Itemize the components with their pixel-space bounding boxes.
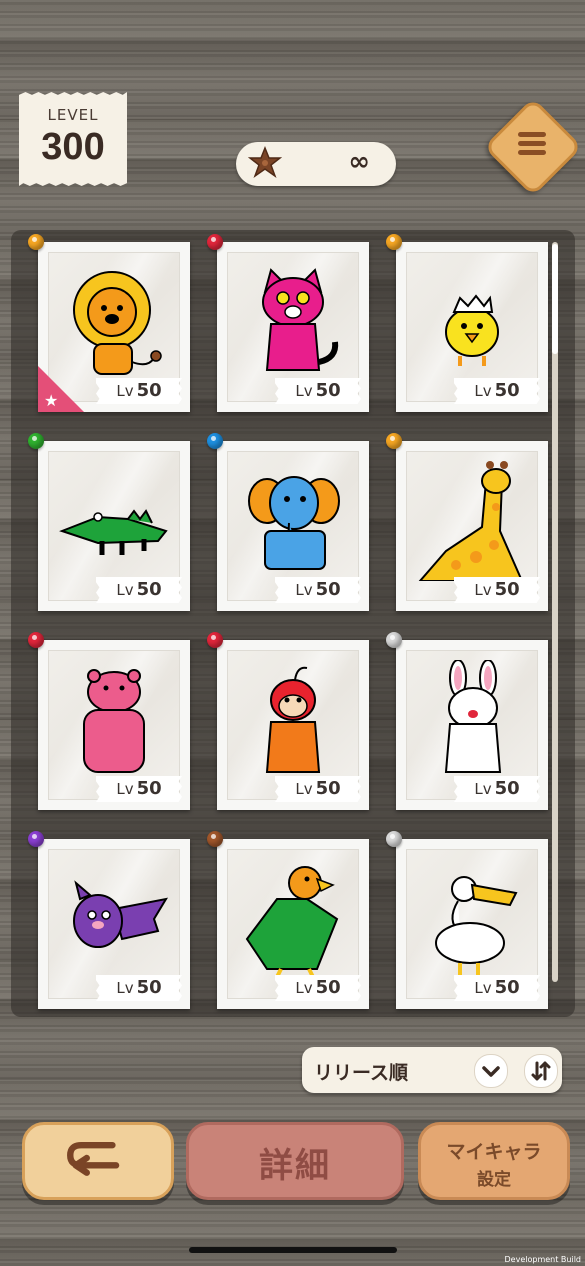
level-tag: Lv 50 (96, 577, 182, 603)
bat-illustration (73, 880, 169, 948)
detail-button-label: 詳細 (259, 1146, 331, 1186)
character-card-chick[interactable]: Lv 50 (386, 234, 548, 412)
character-card-monkey[interactable]: Lv 50 (207, 632, 369, 810)
pin-icon (386, 831, 402, 847)
sort-order-button[interactable] (524, 1054, 558, 1088)
pin-icon (28, 234, 44, 250)
character-card-crocodile[interactable]: Lv 50 (28, 433, 190, 611)
pin-icon (207, 632, 223, 648)
character-card-giraffe[interactable]: Lv 50 (386, 433, 548, 611)
pin-icon (386, 632, 402, 648)
development-build-label: Development Build (504, 1255, 581, 1264)
settings-label: 設定 (477, 1170, 511, 1190)
currency-display[interactable]: ∞ (236, 142, 396, 186)
back-button[interactable] (22, 1122, 174, 1200)
sort-label: リリース順 (314, 1062, 409, 1084)
level-tag: Lv 50 (275, 378, 361, 404)
chevron-down-icon (482, 1066, 500, 1077)
character-card-elephant[interactable]: Lv 50 (207, 433, 369, 611)
hippo-illustration (83, 669, 145, 773)
my-character-label: マイキャラ (446, 1141, 542, 1163)
hamburger-menu-icon[interactable] (518, 128, 546, 160)
return-arrow-icon (67, 1141, 120, 1176)
level-tag: Lv 50 (454, 776, 540, 802)
level-tag: Lv 50 (96, 975, 182, 1001)
character-card-bat[interactable]: Lv 50 (28, 831, 190, 1009)
sort-order-icon (531, 1061, 551, 1081)
giraffe-illustration (418, 461, 524, 581)
character-card-hippo[interactable]: Lv 50 (28, 632, 190, 810)
character-card-lion[interactable]: ★ Lv 50 (28, 234, 190, 412)
cookie-star-icon (248, 146, 282, 178)
detail-button[interactable]: 詳細 (186, 1122, 404, 1200)
level-badge: LEVEL 300 (19, 92, 127, 186)
level-value: 300 (41, 126, 105, 168)
level-tag: Lv 50 (275, 975, 361, 1001)
character-card-eagle[interactable]: Lv 50 (207, 831, 369, 1009)
star-icon: ★ (44, 391, 59, 410)
cat-illustration (262, 268, 339, 371)
chick-illustration (445, 294, 499, 366)
monkey-illustration (265, 666, 321, 773)
character-card-cat[interactable]: Lv 50 (207, 234, 369, 412)
level-label: LEVEL (47, 106, 99, 124)
pin-icon (28, 831, 44, 847)
pelican-illustration (435, 876, 518, 975)
pin-icon (207, 234, 223, 250)
elephant-illustration (248, 476, 340, 570)
level-tag: Lv 50 (275, 577, 361, 603)
sort-dropdown[interactable]: リリース順 (302, 1047, 562, 1093)
pin-icon (28, 632, 44, 648)
character-card-rabbit[interactable]: Lv 50 (386, 632, 548, 810)
level-tag: Lv 50 (454, 577, 540, 603)
sort-dropdown-button[interactable] (474, 1054, 508, 1088)
rabbit-illustration (444, 660, 502, 773)
level-tag: Lv 50 (454, 378, 540, 404)
pin-icon (207, 433, 223, 449)
home-indicator[interactable] (189, 1247, 397, 1253)
crocodile-illustration (59, 509, 168, 555)
pin-icon (28, 433, 44, 449)
lion-illustration (73, 271, 162, 375)
level-tag: Lv 50 (96, 776, 182, 802)
scrollbar-thumb[interactable] (552, 244, 558, 354)
currency-value: ∞ (348, 147, 370, 177)
level-tag: Lv 50 (275, 776, 361, 802)
pin-icon (386, 234, 402, 250)
level-tag: Lv 50 (454, 975, 540, 1001)
pin-icon (386, 433, 402, 449)
eagle-illustration (245, 866, 339, 978)
character-card-pelican[interactable]: Lv 50 (386, 831, 548, 1009)
level-tag: Lv 50 (96, 378, 182, 404)
my-character-settings-button[interactable]: マイキャラ 設定 (418, 1122, 570, 1200)
pin-icon (207, 831, 223, 847)
